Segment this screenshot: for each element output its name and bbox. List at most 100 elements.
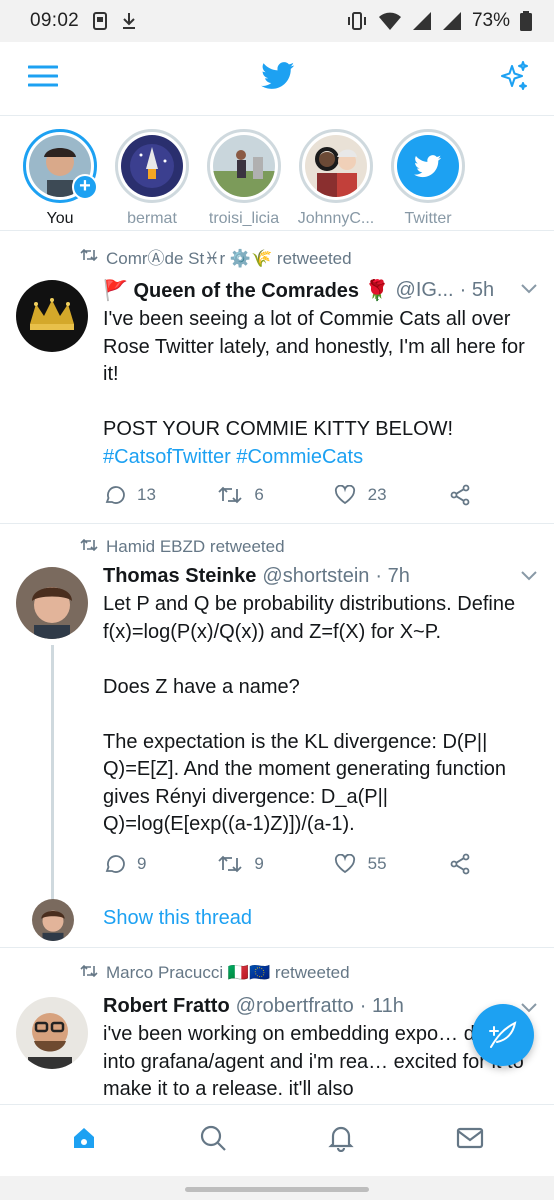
like-count: 55 (367, 854, 387, 873)
battery-percent: 73% (471, 10, 510, 31)
tweet-header: Thomas Steinke @shortstein · 7h (103, 565, 540, 588)
tweet-text: I've been seeing a lot of Commie Cats al… (103, 306, 540, 471)
avatar[interactable] (16, 997, 88, 1069)
avatar[interactable] (16, 567, 88, 639)
compose-feather-icon (489, 1021, 517, 1048)
like-button[interactable]: 23 (334, 485, 424, 505)
reply-count: 9 (137, 854, 147, 873)
fleet-johnnyc[interactable]: JohnnyC... (290, 129, 382, 230)
retweet-icon (218, 855, 242, 873)
retweet-context: Hamid EBZD retweeted (80, 537, 285, 557)
retweeted-by-text: ComrⒶde St♓r ⚙️🌾 retweeted (106, 249, 352, 268)
tweet-3[interactable]: Marco Pracucci 🇮🇹🇪🇺 retweeted Robert Fra… (0, 949, 554, 1105)
retweet-context: Marco Pracucci 🇮🇹🇪🇺 retweeted (80, 963, 350, 983)
hamburger-icon[interactable] (27, 64, 59, 93)
chevron-down-icon[interactable] (520, 569, 538, 587)
avatar (121, 135, 183, 197)
signal-icon (412, 11, 432, 31)
reply-button[interactable]: 13 (103, 484, 193, 506)
retweeted-by-text: Marco Pracucci 🇮🇹🇪🇺 retweeted (106, 963, 350, 982)
share-button[interactable] (449, 853, 473, 875)
retweet-button[interactable]: 6 (218, 485, 308, 505)
home-indicator[interactable] (185, 1187, 369, 1192)
retweet-count: 9 (254, 854, 264, 873)
reply-count: 13 (137, 485, 156, 504)
status-bar: 09:02 73% (0, 0, 554, 42)
avatar[interactable] (16, 280, 88, 352)
heart-icon (334, 854, 355, 874)
tweet-actions: 9 9 55 (103, 853, 473, 875)
tweet-header: Robert Fratto @robertfratto · 11h (103, 995, 528, 1018)
download-icon (121, 12, 137, 30)
fleet-label: JohnnyC... (297, 210, 375, 227)
home-icon[interactable] (70, 1124, 98, 1157)
signal-icon-2 (442, 11, 462, 31)
sparkle-icon[interactable] (498, 60, 530, 97)
share-button[interactable] (449, 484, 473, 506)
search-icon[interactable] (199, 1124, 227, 1157)
notifications-icon[interactable] (327, 1124, 355, 1157)
compose-tweet-button[interactable] (472, 1004, 534, 1066)
like-count: 23 (367, 485, 387, 504)
retweet-icon (80, 247, 98, 267)
hashtags[interactable]: #CatsofTwitter #CommieCats (103, 446, 363, 468)
tweet-1[interactable]: ComrⒶde St♓r ⚙️🌾 retweeted 🚩 Queen of th… (0, 232, 554, 524)
author-handle[interactable]: @robertfratto (236, 995, 354, 1018)
retweet-icon (80, 537, 98, 557)
twitter-bird-icon[interactable] (261, 62, 295, 95)
author-handle[interactable]: @shortstein (262, 565, 369, 588)
tweet-text: i've been working on embedding expo… dir… (103, 1023, 527, 1100)
author-name[interactable]: 🚩 Queen of the Comrades 🌹 (103, 278, 390, 303)
heart-icon (334, 485, 355, 505)
reply-icon (105, 855, 125, 873)
battery-icon (520, 11, 532, 31)
like-button[interactable]: 55 (334, 854, 424, 874)
retweeted-by-text: Hamid EBZD retweeted (106, 537, 285, 556)
reply-icon (105, 486, 125, 504)
author-name[interactable]: Robert Fratto (103, 995, 230, 1018)
retweet-icon (218, 486, 242, 504)
fleet-troisi-licia[interactable]: troisi_licia (198, 129, 290, 230)
reply-button[interactable]: 9 (103, 853, 193, 875)
retweet-button[interactable]: 9 (218, 854, 308, 874)
fleets-row: + You bermat troisi_licia JohnnyC... Twi… (0, 117, 554, 231)
vibrate-icon (346, 11, 368, 31)
avatar (305, 135, 367, 197)
retweet-count: 6 (254, 485, 264, 504)
author-handle[interactable]: @IG... (396, 279, 454, 302)
fleet-label: bermat (127, 210, 177, 227)
fleet-bermat[interactable]: bermat (106, 129, 198, 230)
tweet-text: Let P and Q be probability distributions… (103, 593, 516, 835)
tweet-time: · 5h (459, 279, 495, 301)
author-name[interactable]: Thomas Steinke (103, 565, 256, 588)
bottom-navigation (0, 1104, 554, 1176)
avatar (213, 135, 275, 197)
fleet-label: troisi_licia (208, 210, 280, 227)
sim-icon (93, 12, 108, 30)
fleet-you[interactable]: + You (14, 129, 106, 230)
tweet-actions: 13 6 23 (103, 484, 473, 506)
tweet-2[interactable]: Hamid EBZD retweeted Thomas Steinke @sho… (0, 525, 554, 948)
retweet-context: ComrⒶde St♓r ⚙️🌾 retweeted (80, 244, 352, 269)
top-app-bar (0, 42, 554, 116)
fleet-label: Twitter (404, 210, 452, 227)
share-icon (450, 853, 470, 875)
add-fleet-plus-icon[interactable]: + (72, 174, 98, 200)
tweet-header: 🚩 Queen of the Comrades 🌹 @IG... · 5h (103, 278, 540, 303)
fleet-label: You (46, 210, 74, 227)
show-thread-link[interactable]: Show this thread (103, 907, 252, 930)
status-time: 09:02 (30, 10, 80, 31)
tweet-time: · 7h (375, 565, 410, 587)
messages-icon[interactable] (456, 1126, 484, 1155)
wifi-icon (378, 11, 402, 31)
tweet-time: · 11h (359, 995, 404, 1017)
fleet-twitter[interactable]: Twitter (382, 129, 474, 230)
thread-line (51, 645, 54, 901)
share-icon (450, 484, 470, 506)
retweet-icon (80, 963, 98, 983)
thread-avatar[interactable] (32, 899, 74, 941)
chevron-down-icon[interactable] (520, 282, 538, 300)
gesture-bar (0, 1176, 554, 1200)
avatar (397, 135, 459, 197)
tweet-text-body: I've been seeing a lot of Commie Cats al… (103, 308, 525, 440)
